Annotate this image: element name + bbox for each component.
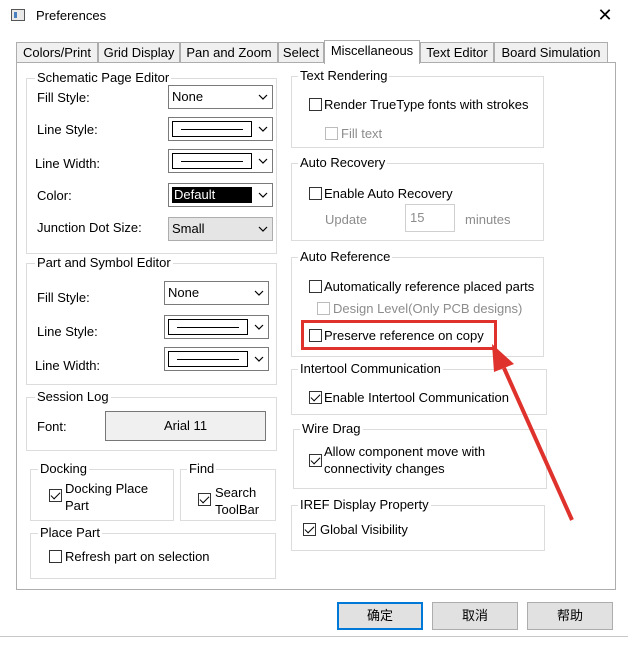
- wire-drag-title: Wire Drag: [300, 421, 363, 436]
- session-log-title: Session Log: [35, 389, 111, 404]
- docking-option-line2: Part: [65, 498, 89, 513]
- solid-line-swatch: [172, 121, 252, 137]
- red-highlight-box: [301, 320, 497, 350]
- part-symbol-group-title: Part and Symbol Editor: [35, 255, 173, 270]
- enable-auto-recovery-checkbox[interactable]: [309, 187, 322, 200]
- part-fill-style-label: Fill Style:: [37, 290, 90, 305]
- text-rendering-title: Text Rendering: [298, 68, 390, 83]
- schematic-fill-style-label: Fill Style:: [37, 90, 90, 105]
- window-title: Preferences: [36, 8, 107, 23]
- design-level-checkbox[interactable]: [317, 302, 330, 315]
- chevron-down-icon: [258, 192, 268, 198]
- window-bottom-divider: [0, 636, 628, 637]
- chevron-down-icon: [258, 226, 268, 232]
- allow-component-move-checkbox[interactable]: [309, 454, 322, 467]
- help-button[interactable]: 帮助: [527, 602, 613, 630]
- auto-reference-title: Auto Reference: [298, 249, 393, 264]
- line-width-swatch: [172, 153, 252, 169]
- update-minutes-input[interactable]: 15: [405, 204, 455, 232]
- tab-select[interactable]: Select: [278, 42, 324, 63]
- schematic-line-width-label: Line Width:: [35, 156, 101, 171]
- part-line-style-combo[interactable]: [164, 315, 269, 339]
- auto-recovery-title: Auto Recovery: [298, 155, 388, 170]
- tab-text-editor[interactable]: Text Editor: [420, 42, 494, 63]
- auto-reference-checkbox[interactable]: [309, 280, 322, 293]
- auto-reference-label: Automatically reference placed parts: [324, 279, 535, 294]
- global-visibility-checkbox[interactable]: [303, 523, 316, 536]
- tab-miscellaneous[interactable]: Miscellaneous: [324, 40, 420, 64]
- docking-title: Docking: [38, 461, 89, 476]
- iref-title: IREF Display Property: [298, 497, 431, 512]
- part-fill-style-combo[interactable]: None: [164, 281, 269, 305]
- schematic-color-label: Color:: [37, 188, 72, 203]
- app-icon: [11, 9, 25, 21]
- chevron-down-icon: [258, 126, 268, 132]
- ok-button[interactable]: 确定: [337, 602, 423, 630]
- schematic-line-width-combo[interactable]: [168, 149, 273, 173]
- place-part-title: Place Part: [38, 525, 102, 540]
- junction-dot-size-label: Junction Dot Size:: [37, 220, 142, 235]
- find-title: Find: [187, 461, 217, 476]
- chevron-down-icon: [254, 324, 264, 330]
- junction-dot-size-value: Small: [172, 221, 205, 236]
- docking-place-part-checkbox[interactable]: [49, 489, 62, 502]
- enable-intertool-checkbox[interactable]: [309, 391, 322, 404]
- minutes-label: minutes: [465, 212, 511, 227]
- docking-option-line1: Docking Place: [65, 481, 149, 496]
- line-width-swatch: [168, 351, 248, 367]
- refresh-part-label: Refresh part on selection: [65, 549, 210, 564]
- search-toolbar-checkbox[interactable]: [198, 493, 211, 506]
- chevron-down-icon: [254, 290, 264, 296]
- update-label: Update: [325, 212, 367, 227]
- part-line-width-label: Line Width:: [35, 358, 101, 373]
- wire-drag-line1: Allow component move with: [324, 444, 486, 459]
- render-truetype-label: Render TrueType fonts with strokes: [324, 97, 529, 112]
- junction-dot-size-combo[interactable]: Small: [168, 217, 273, 241]
- schematic-group-title: Schematic Page Editor: [35, 70, 172, 85]
- fill-text-label: Fill text: [341, 126, 383, 141]
- font-select-button[interactable]: Arial 11: [105, 411, 266, 441]
- enable-auto-recovery-label: Enable Auto Recovery: [324, 186, 453, 201]
- schematic-color-combo[interactable]: Default: [168, 183, 273, 207]
- schematic-color-value: Default: [172, 187, 252, 203]
- schematic-line-style-combo[interactable]: [168, 117, 273, 141]
- chevron-down-icon: [258, 158, 268, 164]
- red-arrow-annotation: [492, 344, 574, 521]
- chevron-down-icon: [258, 94, 268, 100]
- chevron-down-icon: [254, 356, 264, 362]
- wire-drag-line2: connectivity changes: [324, 461, 445, 476]
- part-fill-style-value: None: [168, 285, 200, 300]
- tab-board-simulation[interactable]: Board Simulation: [494, 42, 608, 63]
- global-visibility-label: Global Visibility: [320, 522, 408, 537]
- intertool-title: Intertool Communication: [298, 361, 443, 376]
- title-bar: Preferences ✕: [0, 0, 628, 32]
- part-line-width-combo[interactable]: [164, 347, 269, 371]
- part-line-style-label: Line Style:: [37, 324, 98, 339]
- render-truetype-checkbox[interactable]: [309, 98, 322, 111]
- close-icon[interactable]: ✕: [592, 4, 618, 26]
- refresh-part-checkbox[interactable]: [49, 550, 62, 563]
- design-level-label: Design Level(Only PCB designs): [333, 301, 523, 316]
- tab-colors-print[interactable]: Colors/Print: [16, 42, 98, 63]
- tab-grid-display[interactable]: Grid Display: [98, 42, 180, 63]
- session-log-font-label: Font:: [37, 419, 67, 434]
- tab-pan-and-zoom[interactable]: Pan and Zoom: [180, 42, 278, 63]
- find-option-line1: Search: [215, 485, 257, 500]
- schematic-fill-style-value: None: [172, 89, 204, 104]
- cancel-button[interactable]: 取消: [432, 602, 518, 630]
- schematic-fill-style-combo[interactable]: None: [168, 85, 273, 109]
- solid-line-swatch: [168, 319, 248, 335]
- find-option-line2: ToolBar: [215, 502, 260, 517]
- fill-text-checkbox[interactable]: [325, 127, 338, 140]
- schematic-line-style-label: Line Style:: [37, 122, 98, 137]
